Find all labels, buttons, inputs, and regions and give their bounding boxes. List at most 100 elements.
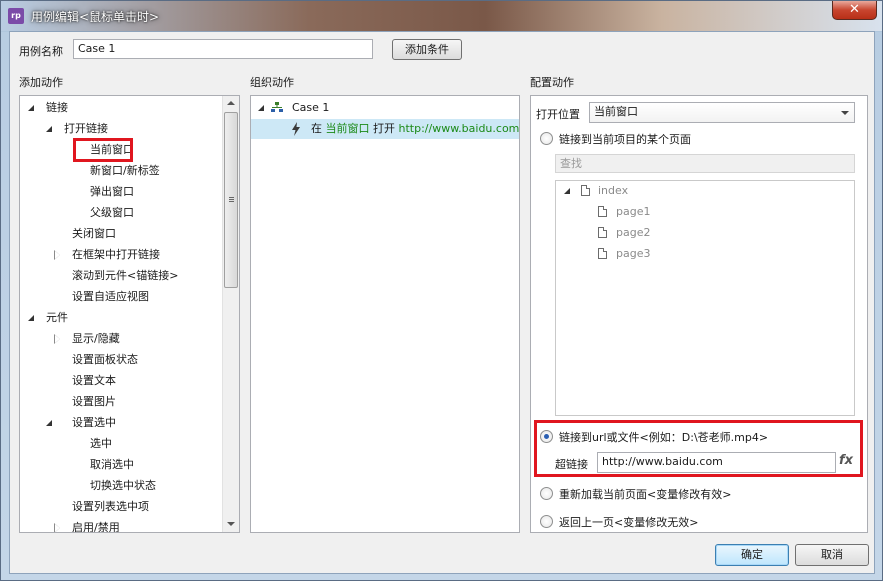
tree-label: 启用/禁用: [72, 521, 120, 533]
page-icon: [598, 206, 607, 217]
expanded-triangle-icon: [28, 105, 34, 111]
configure-action-panel: 打开位置 当前窗口 链接到当前项目的某个页面 查找 index page1 pa…: [530, 95, 868, 533]
page-label: page2: [616, 226, 651, 239]
tree-node-close-window[interactable]: 关闭窗口: [72, 224, 212, 244]
link-to-url-label: 链接到url或文件<例如：D:\苍老师.mp4>: [559, 431, 769, 444]
tree-node-scroll-to-widget[interactable]: 滚动到元件<锚链接>: [72, 266, 222, 286]
scroll-thumb[interactable]: [224, 112, 238, 288]
collapsed-triangle-fill: [55, 524, 60, 532]
page-node-index[interactable]: index: [564, 181, 764, 201]
tree-node-parent-window[interactable]: 父级窗口: [90, 203, 210, 223]
tree-node-unselect[interactable]: 取消选中: [90, 455, 210, 475]
window-title: 用例编辑<鼠标单击时>: [31, 10, 160, 24]
expanded-triangle-icon: [28, 315, 34, 321]
open-in-select[interactable]: 当前窗口: [589, 102, 855, 123]
radio-reload-page[interactable]: [540, 487, 553, 500]
open-in-label: 打开位置: [536, 108, 580, 121]
tree-label: 关闭窗口: [72, 227, 116, 240]
tree-label: 链接: [46, 101, 68, 114]
tree-node-set-adaptive-view[interactable]: 设置自适应视图: [72, 287, 222, 307]
page-label: index: [598, 184, 629, 197]
radio-link-to-url[interactable]: [540, 430, 553, 443]
collapsed-triangle-fill: [55, 251, 60, 259]
tree-node-enable-disable[interactable]: 启用/禁用: [54, 518, 224, 533]
organize-action-panel: Case 1 在 当前窗口 打开 http://www.baidu.com: [250, 95, 520, 533]
page-icon: [581, 185, 590, 196]
page-node-page3[interactable]: page3: [598, 244, 748, 264]
hyperlink-label: 超链接: [555, 458, 588, 471]
collapsed-triangle-fill: [55, 335, 60, 343]
tree-node-open-in-frame[interactable]: 在框架中打开链接: [54, 245, 224, 265]
action-prefix: 在: [311, 122, 322, 135]
action-tree-scrollbar[interactable]: [222, 96, 239, 532]
tree-label: 新窗口/新标签: [90, 164, 160, 177]
dialog-content: 用例名称 Case 1 添加条件 添加动作 组织动作 配置动作 链接 打开链接 …: [9, 31, 875, 574]
case-label: Case 1: [292, 101, 330, 114]
page-icon: [598, 227, 607, 238]
tree-label: 选中: [90, 437, 112, 450]
annotation-highlight-current-window: [73, 138, 133, 162]
scroll-down-icon[interactable]: [227, 522, 235, 526]
expanded-triangle-icon: [46, 420, 52, 426]
tree-node-toggle-selected[interactable]: 切换选中状态: [90, 476, 210, 496]
configure-action-heading: 配置动作: [530, 76, 574, 89]
close-button[interactable]: ✕: [832, 1, 877, 20]
go-back-label: 返回上一页<变量修改无效>: [559, 516, 699, 529]
action-item-open-link[interactable]: 在 当前窗口 打开 http://www.baidu.com: [251, 119, 519, 139]
fx-icon[interactable]: fx: [839, 453, 853, 468]
dialog-window: rp 用例编辑<鼠标单击时> ✕ 用例名称 Case 1 添加条件 添加动作 组…: [0, 0, 883, 581]
tree-label: 弹出窗口: [90, 185, 134, 198]
tree-label: 设置列表选中项: [72, 500, 149, 513]
page-node-page1[interactable]: page1: [598, 202, 748, 222]
grip-icon: [229, 197, 234, 198]
action-verb: 打开: [373, 122, 395, 135]
radio-link-to-page[interactable]: [540, 132, 553, 145]
page-icon: [598, 248, 607, 259]
tree-label: 打开链接: [64, 122, 108, 135]
tree-label: 在框架中打开链接: [72, 248, 160, 261]
tree-node-widget[interactable]: 元件: [28, 308, 208, 328]
case-node[interactable]: Case 1: [258, 98, 458, 118]
tree-node-set-panel-state[interactable]: 设置面板状态: [72, 350, 222, 370]
tree-node-selected[interactable]: 选中: [90, 434, 210, 454]
tree-node-set-text[interactable]: 设置文本: [72, 371, 222, 391]
tree-node-set-image[interactable]: 设置图片: [72, 392, 222, 412]
tree-node-set-selected[interactable]: 设置选中: [46, 413, 206, 433]
cancel-button[interactable]: 取消: [795, 544, 869, 566]
tree-label: 父级窗口: [90, 206, 134, 219]
reload-page-label: 重新加载当前页面<变量修改有效>: [559, 488, 732, 501]
tree-node-show-hide[interactable]: 显示/隐藏: [54, 329, 224, 349]
tree-label: 设置选中: [72, 416, 116, 429]
page-label: page1: [616, 205, 651, 218]
action-url: http://www.baidu.com: [398, 122, 520, 135]
action-target: 当前窗口: [325, 122, 370, 135]
radio-go-back[interactable]: [540, 515, 553, 528]
tree-label: 设置面板状态: [72, 353, 138, 366]
tree-label: 显示/隐藏: [72, 332, 120, 345]
scroll-up-icon[interactable]: [227, 101, 235, 105]
tree-label: 设置自适应视图: [72, 290, 149, 303]
organize-action-heading: 组织动作: [250, 76, 294, 89]
tree-node-new-window[interactable]: 新窗口/新标签: [90, 161, 210, 181]
case-name-label: 用例名称: [19, 45, 63, 58]
tree-node-link[interactable]: 链接: [28, 98, 208, 118]
tree-node-popup-window[interactable]: 弹出窗口: [90, 182, 210, 202]
expanded-triangle-icon: [564, 188, 570, 194]
tree-node-set-list-selected[interactable]: 设置列表选中项: [72, 497, 222, 517]
page-tree: index page1 page2 page3: [555, 180, 855, 416]
add-condition-button[interactable]: 添加条件: [392, 39, 462, 60]
case-name-input[interactable]: Case 1: [73, 39, 373, 59]
page-search-input[interactable]: 查找: [555, 154, 855, 173]
tree-label: 元件: [46, 311, 68, 324]
close-icon: ✕: [849, 2, 860, 17]
expanded-triangle-icon: [46, 126, 52, 132]
title-bar[interactable]: rp 用例编辑<鼠标单击时> ✕: [1, 1, 882, 31]
chevron-down-icon: [841, 111, 849, 115]
page-node-page2[interactable]: page2: [598, 223, 748, 243]
tree-label: 取消选中: [90, 458, 134, 471]
hyperlink-input[interactable]: http://www.baidu.com: [597, 452, 836, 473]
add-action-heading: 添加动作: [19, 76, 63, 89]
action-tree-panel: 链接 打开链接 当前窗口 新窗口/新标签 弹出窗口 父级窗口 关闭窗口 在框架中…: [19, 95, 240, 533]
tree-node-open-link[interactable]: 打开链接: [46, 119, 206, 139]
ok-button[interactable]: 确定: [715, 544, 789, 566]
